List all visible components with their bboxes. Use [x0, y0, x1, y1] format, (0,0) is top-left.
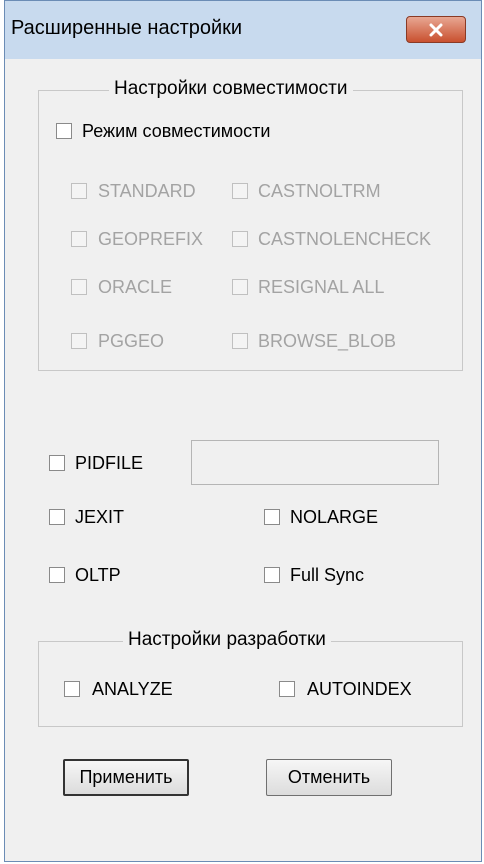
castnoltrm-checkbox[interactable]	[232, 183, 248, 199]
jexit-checkbox[interactable]	[49, 509, 65, 525]
oltp-checkbox[interactable]	[49, 567, 65, 583]
castnolencheck-checkbox[interactable]	[232, 231, 248, 247]
close-icon	[429, 23, 443, 36]
nolarge-checkbox[interactable]	[264, 509, 280, 525]
resignal-all-checkbox[interactable]	[232, 279, 248, 295]
pggeo-checkbox[interactable]	[71, 333, 87, 349]
resignal-all-label: RESIGNAL ALL	[258, 277, 385, 297]
jexit-label: JEXIT	[75, 507, 125, 527]
full-sync-label: Full Sync	[290, 565, 365, 585]
analyze-checkbox[interactable]	[64, 681, 80, 697]
browse-blob-label: BROWSE_BLOB	[258, 331, 397, 351]
geoprefix-label: GEOPREFIX	[98, 229, 204, 249]
standard-label: STANDARD	[98, 181, 196, 201]
apply-button[interactable]: Применить	[63, 759, 189, 796]
pidfile-input[interactable]	[191, 440, 439, 485]
castnolencheck-label: CASTNOLENCHECK	[258, 229, 432, 249]
nolarge-label: NOLARGE	[290, 507, 379, 527]
pidfile-label: PIDFILE	[75, 453, 144, 473]
advanced-settings-dialog: Расширенные настройки Настройки совмести…	[4, 0, 482, 862]
browse-blob-checkbox[interactable]	[232, 333, 248, 349]
compat-mode-label: Режим совместимости	[82, 121, 271, 141]
cancel-button[interactable]: Отменить	[266, 759, 392, 796]
geoprefix-checkbox[interactable]	[71, 231, 87, 247]
oracle-checkbox[interactable]	[71, 279, 87, 295]
pidfile-checkbox[interactable]	[49, 455, 65, 471]
window-title: Расширенные настройки	[11, 17, 243, 39]
autoindex-checkbox[interactable]	[279, 681, 295, 697]
close-button[interactable]	[406, 16, 466, 43]
dev-group-title: Настройки разработки	[123, 629, 331, 651]
autoindex-label: AUTOINDEX	[307, 679, 412, 699]
standard-checkbox[interactable]	[71, 183, 87, 199]
oracle-label: ORACLE	[98, 277, 173, 297]
castnoltrm-label: CASTNOLTRM	[258, 181, 381, 201]
analyze-label: ANALYZE	[92, 679, 173, 699]
full-sync-checkbox[interactable]	[264, 567, 280, 583]
compat-mode-checkbox[interactable]	[56, 123, 72, 139]
oltp-label: OLTP	[75, 565, 121, 585]
compat-group-title: Настройки совместимости	[109, 78, 353, 100]
pggeo-label: PGGEO	[98, 331, 165, 351]
title-bar[interactable]: Расширенные настройки	[5, 1, 481, 59]
